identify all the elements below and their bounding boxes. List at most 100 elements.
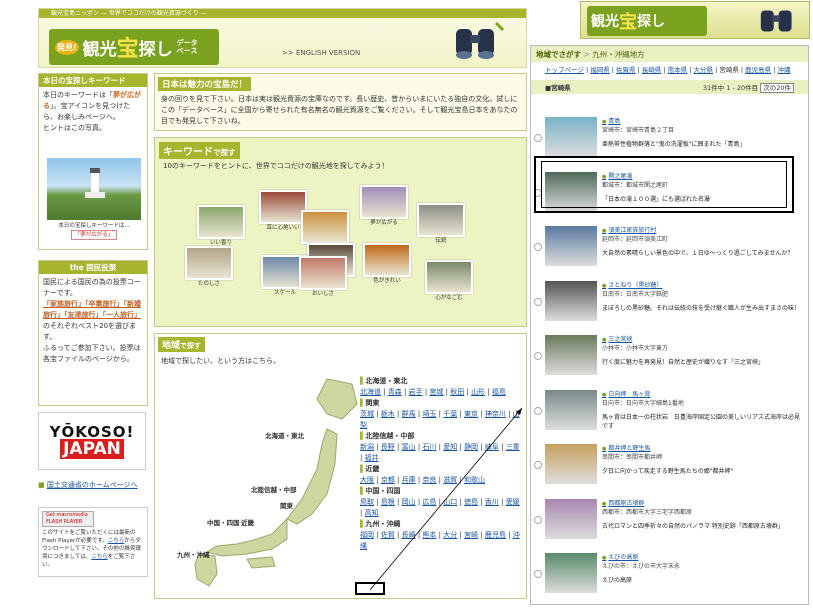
- result-address: 日南市：日南市大字飫肥: [602, 290, 669, 298]
- result-item[interactable]: さとねり（黒砂糖）日南市：日南市大字飫肥まぼろしの黒砂糖。それは伝統の技を受け継…: [534, 280, 803, 330]
- yokoso-japan-banner[interactable]: YŌKOSO! JAPAN: [38, 412, 146, 470]
- result-thumbnail[interactable]: [545, 444, 597, 484]
- flash-download-link[interactable]: こちら: [108, 538, 125, 544]
- map-region-label[interactable]: 中国・四国: [207, 517, 240, 527]
- intro-body: 身の回りを見て下さい。日本は実は観光資源の宝庫なのです。長い歴史、昔からいまにい…: [161, 95, 518, 125]
- recommended-env-link[interactable]: こちら: [91, 554, 108, 560]
- result-item[interactable]: 須美江家族旅行村延岡市：延岡市須美江町大自然の素晴らしい景色の中で、１日ゆ～っく…: [534, 225, 803, 275]
- result-address: 串間市：串間市都井岬: [602, 454, 663, 461]
- keyword-thumb[interactable]: 心がなごむ: [425, 260, 473, 301]
- crumb-prefecture-link[interactable]: 熊本県: [668, 66, 688, 74]
- crumb-top-link[interactable]: トップページ: [545, 66, 584, 74]
- prefecture-link[interactable]: 北海道: [360, 388, 381, 396]
- national-vote-box: the 国民投票 国民による国民の為の投票コーナーです。 「家族旅行」「卒業旅行…: [38, 260, 148, 406]
- get-flash-player-button[interactable]: Get macromedia FLASH PLAYER: [42, 511, 94, 527]
- keyword-thumb[interactable]: たのしさ: [185, 246, 233, 287]
- map-region-label[interactable]: 北海道・東北: [265, 430, 304, 440]
- result-item[interactable]: 日向岬 馬ヶ背日向市：日向市大字細島1番地馬ヶ背は日本一の柱状岩 日豊海岸国定公…: [534, 389, 803, 439]
- mlit-homepage-link[interactable]: 国土交通省のホームページへ: [47, 481, 138, 489]
- result-thumbnail[interactable]: [545, 226, 597, 266]
- national-vote-title: the 国民投票: [39, 261, 147, 274]
- vote-family-link[interactable]: 「家族旅行」: [43, 300, 85, 308]
- prefecture-link[interactable]: 秋田: [450, 388, 464, 396]
- site-logo[interactable]: 発見! 観光 宝 探し データ ベース: [49, 29, 219, 65]
- radio-bullet-icon[interactable]: [534, 352, 542, 360]
- results-prefecture-label: ■宮崎県: [545, 84, 571, 92]
- result-item[interactable]: えびの高原えびの市：えびの市大字末永えびの高原: [534, 552, 803, 602]
- prefecture-link[interactable]: 宮城: [429, 388, 443, 396]
- crumb-prefecture-link[interactable]: 長崎県: [642, 66, 662, 74]
- crumb-prefecture-link[interactable]: 鹿児島県: [745, 66, 771, 74]
- keyword-thumb[interactable]: おいしさ: [299, 256, 347, 297]
- todays-keyword-text: 本日のキーワードは「夢が広がる」。宝アイコンを見つけたら、お楽しみページへ。 ヒン…: [43, 91, 141, 132]
- keyword-thumb[interactable]: 耳に心地いい: [259, 190, 307, 231]
- result-item[interactable]: 都井岬と野生馬串間市：串間市都井岬夕日に向かって疾走する野生馬たちの郷"都井岬": [534, 443, 803, 493]
- flash-notice: Get macromedia FLASH PLAYER このサイトをご覧いただく…: [38, 507, 148, 577]
- vote-graduation-link[interactable]: 「卒業旅行」: [85, 300, 124, 308]
- crumb-prefecture-link[interactable]: 福岡県: [590, 66, 610, 74]
- result-thumbnail[interactable]: [545, 553, 597, 593]
- crumb-prefecture-link[interactable]: 大分県: [694, 66, 714, 74]
- radio-bullet-icon[interactable]: [534, 406, 542, 415]
- selected-result-inner-highlight: [541, 161, 787, 208]
- prefecture-link[interactable]: 岩手: [409, 388, 423, 396]
- prefecture-link[interactable]: 青森: [388, 388, 402, 396]
- binoculars-icon: [456, 21, 505, 59]
- map-region-label[interactable]: 近畿: [241, 517, 254, 527]
- site-subtitle: 観光宝島ニッポン: [51, 10, 100, 17]
- keyword-thumb[interactable]: いい香り: [197, 205, 245, 246]
- result-thumbnail[interactable]: [545, 389, 597, 430]
- pointer-arrow-line: [370, 407, 523, 591]
- map-region-label[interactable]: 九州・沖縄: [177, 549, 210, 559]
- english-version-link[interactable]: >> ENGLISH VERSION: [282, 49, 360, 57]
- radio-bullet-icon[interactable]: [534, 297, 542, 306]
- result-description: 行く度に魅力を再発見！自然と歴史が織りなす「三之宮峡」: [602, 359, 765, 366]
- result-address: えびの市：えびの市大字末永: [602, 563, 681, 570]
- results-header: 地域でさがす > 九州・沖縄地方: [531, 46, 808, 62]
- result-item[interactable]: 三之宮峡小林市：小林市大字東方行く度に魅力を再発見！自然と歴史が織りなす「三之宮…: [534, 334, 803, 384]
- result-thumbnail[interactable]: [545, 117, 597, 157]
- keyword-thumb[interactable]: 伝統: [417, 203, 465, 244]
- map-region-label[interactable]: 北陸信越・中部: [251, 484, 297, 494]
- japan-text: JAPAN: [60, 439, 124, 459]
- result-thumbnail[interactable]: [545, 280, 597, 321]
- result-address: 小林市：小林市大字東方: [602, 345, 669, 352]
- area-search-subtitle: 地域で探したい、という方はこちら。: [161, 357, 280, 365]
- results-header-label: 地域でさがす: [536, 50, 581, 59]
- vote-solo-link[interactable]: 「一人旅行」: [103, 311, 142, 319]
- result-address: 宮崎市：宮崎市青島２丁目: [602, 127, 675, 134]
- crumb-prefecture-link[interactable]: 宮崎県: [719, 66, 739, 74]
- logo-takara: 宝: [116, 37, 139, 62]
- result-address: 延岡市：延岡市須美江町: [602, 236, 669, 243]
- result-address: 日向市：日向市大字細島1番地: [602, 399, 684, 407]
- flash-notice-text: このサイトをご覧いただくには最新のFlash Playerが必要です。こちらから…: [42, 530, 141, 568]
- vote-friends-link[interactable]: 「友達旅行」: [64, 311, 103, 319]
- radio-bullet-icon[interactable]: [534, 461, 542, 469]
- prefecture-link[interactable]: 山形: [471, 388, 485, 396]
- logo-kanko: 観光: [82, 39, 117, 60]
- crumb-prefecture-link[interactable]: 佐賀県: [616, 66, 636, 74]
- hint-photo[interactable]: [47, 158, 141, 220]
- result-item[interactable]: 西都原古墳群西都市：西都市大字三宅字西都原古代ロマンと四季折々の自然のパノラマ …: [534, 498, 803, 548]
- keyword-thumb-label: 色がきれい: [373, 278, 401, 284]
- intro-box: 日本は魅力の宝島だ！ 身の回りを見て下さい。日本は実は観光資源の宝庫なのです。長…: [154, 73, 527, 131]
- keyword-thumb[interactable]: [301, 210, 349, 244]
- map-region-label[interactable]: 関東: [280, 500, 293, 510]
- mlit-link-row: ■ 国土交通省のホームページへ: [38, 480, 148, 490]
- result-thumbnail[interactable]: [545, 498, 597, 539]
- crumb-prefecture-link[interactable]: 沖縄: [778, 66, 791, 74]
- radio-bullet-icon[interactable]: [534, 515, 542, 524]
- result-thumbnail[interactable]: [545, 335, 597, 375]
- keyword-thumb[interactable]: 夢が広がる: [360, 185, 408, 226]
- next-20-button[interactable]: 次の20件: [760, 83, 794, 93]
- logo-database: データ ベース: [176, 39, 198, 55]
- keyword-thumb-label: 耳に心地いい: [266, 225, 300, 231]
- radio-bullet-icon[interactable]: [534, 570, 542, 578]
- binoculars-icon: [760, 10, 792, 32]
- prefecture-link[interactable]: 福島: [492, 388, 506, 396]
- radio-bullet-icon[interactable]: [534, 134, 542, 142]
- radio-bullet-icon[interactable]: [534, 243, 542, 251]
- keyword-thumb-label: いい香り: [209, 240, 232, 246]
- site-logo-small[interactable]: 観光宝探し: [580, 1, 810, 39]
- keyword-thumb[interactable]: 色がきれい: [363, 243, 411, 284]
